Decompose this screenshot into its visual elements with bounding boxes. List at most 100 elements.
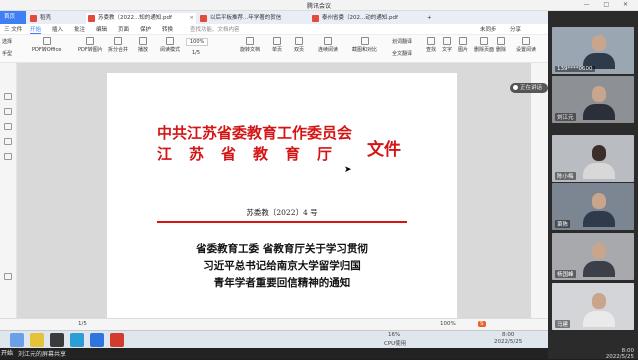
tab-daoke[interactable]: 稻壳 [28, 13, 80, 24]
wps-icon[interactable] [110, 333, 124, 347]
play-button[interactable]: 播放 [138, 37, 148, 53]
org-name-line1: 中共江苏省委教育工作委员会 [157, 124, 353, 142]
continuous-read-button[interactable]: 连续阅读 [318, 37, 338, 53]
pdf-to-office-button[interactable]: PDF转Office [32, 37, 61, 53]
app-icon[interactable] [90, 333, 104, 347]
screenshot-button[interactable]: 截图和对比 [352, 37, 377, 53]
find-button[interactable]: 查找 [426, 37, 436, 53]
button-label: 单页 [272, 47, 283, 53]
menu-page[interactable]: 页面 [118, 25, 129, 33]
app-icon[interactable] [70, 333, 84, 347]
share-bar: 刘江元的屏幕共享 [0, 348, 548, 359]
double-page-button[interactable]: 双页 [294, 37, 304, 53]
thumbnail-icon[interactable] [4, 108, 12, 115]
attachment-icon[interactable] [4, 138, 12, 145]
bookmark-icon[interactable] [4, 93, 12, 100]
search-input[interactable]: 查找功能、文档内容 [190, 25, 240, 33]
pdf-page: 中共江苏省委教育工作委员会 江苏省教育厅 文件 ➤ 苏委教〔2022〕4 号 省… [107, 73, 457, 318]
tab-home[interactable]: 首页 [0, 11, 26, 24]
participant-video[interactable]: 萧陈 [552, 183, 634, 230]
menu-start[interactable]: 开始 [30, 25, 42, 34]
single-page-icon [273, 37, 281, 45]
cpu-percent: 16% [388, 332, 401, 338]
tab-current-pdf[interactable]: 苏委教〔2022...知的通知.pdf × [86, 13, 196, 24]
task-date: 2022/5/25 [494, 339, 523, 345]
speaking-label: 正在讲话 [520, 85, 543, 91]
menu-edit[interactable]: 编辑 [96, 25, 107, 33]
participant-video[interactable]: 杨国峰 [552, 233, 634, 280]
app-icon[interactable] [50, 333, 64, 347]
share-button[interactable]: 分享 [510, 25, 521, 33]
menu-comment[interactable]: 批注 [74, 25, 85, 33]
ime-badge[interactable]: S [478, 321, 486, 327]
participant-video[interactable]: 刘江元 [552, 76, 634, 123]
word-translate-button[interactable]: 划词翻译 [392, 38, 412, 45]
tab-label: 泰州省委〔202...动的通知.pdf [322, 15, 398, 21]
new-tab-button[interactable]: + [424, 13, 436, 24]
participant-video[interactable]: 马建 [552, 283, 634, 330]
pdf-to-image-button[interactable]: PDF转图片 [78, 37, 103, 53]
cpu-text: CPU使用 [384, 341, 407, 347]
app-icon[interactable] [30, 333, 44, 347]
tab-second[interactable]: 以后平板推荐...年学著的贺信 [198, 13, 308, 24]
sync-status[interactable]: 未同步 [480, 25, 497, 33]
search-icon [427, 37, 435, 45]
read-mode-button[interactable]: 阅读模式 [160, 37, 180, 53]
button-label: 连续阅读 [318, 47, 339, 53]
doc-title-line1: 省委教育工委 省教育厅关于学习贯彻 [196, 243, 368, 255]
search-icon[interactable] [4, 153, 12, 160]
status-zoom[interactable]: 100% [440, 321, 456, 327]
window-title: 腾讯会议 [306, 3, 331, 10]
button-label: 图片 [458, 47, 469, 53]
start-button[interactable]: 开始 [0, 348, 60, 359]
participant-name: 陈小梅 [555, 172, 576, 180]
image-icon [459, 37, 467, 45]
menu-insert[interactable]: 插入 [52, 25, 63, 33]
menu-protect[interactable]: 保护 [140, 25, 151, 33]
doc-number: 苏委教〔2022〕4 号 [246, 208, 318, 217]
menu-convert[interactable]: 转换 [162, 25, 173, 33]
doc-type-label: 文件 [367, 140, 401, 160]
window-controls[interactable]: — □ ✕ [583, 1, 634, 8]
start-label: 开始 [1, 350, 14, 357]
page-indicator[interactable]: 1/5 [192, 50, 200, 56]
delete-button[interactable]: 删除 [496, 37, 506, 53]
task-time: 8:00 [502, 332, 515, 338]
participant-video[interactable]: 139****0600 [552, 27, 634, 74]
document-viewport[interactable]: 中共江苏省委教育工作委员会 江苏省教育厅 文件 ➤ 苏委教〔2022〕4 号 省… [17, 63, 531, 318]
menu-bar: 三 文件 开始 插入 批注 编辑 页面 保护 转换 查找功能、文档内容 未同步 … [0, 24, 548, 35]
close-icon[interactable]: × [189, 13, 194, 24]
delete-page-icon [480, 37, 488, 45]
image-button[interactable]: 图片 [458, 37, 468, 53]
tab-third[interactable]: 泰州省委〔202...动的通知.pdf [310, 13, 420, 24]
delete-page-button[interactable]: 删除页面 [474, 37, 494, 53]
menu-file[interactable]: 三 文件 [4, 25, 22, 33]
settings-icon [522, 37, 530, 45]
speaking-indicator: 正在讲话 [510, 83, 548, 93]
participant-name: 刘江元 [555, 113, 576, 121]
participant-panel: 139****0600 刘江元 陈小梅 萧陈 杨国峰 马建 [548, 11, 638, 359]
vertical-scrollbar[interactable] [531, 63, 548, 318]
single-page-button[interactable]: 单页 [272, 37, 282, 53]
zoom-field[interactable]: 100% [186, 38, 209, 46]
split-icon [114, 37, 122, 45]
tab-home-label: 首页 [4, 14, 16, 20]
status-page[interactable]: 1/5 [78, 321, 87, 327]
settings-icon[interactable] [4, 273, 12, 280]
button-label: PDF转图片 [78, 47, 103, 53]
rotate-button[interactable]: 旋转文档 [240, 37, 260, 53]
participant-video[interactable]: 陈小梅 [552, 135, 634, 182]
text-button[interactable]: 文字 [442, 37, 452, 53]
comment-icon[interactable] [4, 123, 12, 130]
left-sidebar [0, 63, 17, 318]
button-label: 设置阅读 [516, 47, 537, 53]
participant-name: 马建 [555, 320, 571, 328]
full-translate-button[interactable]: 全文翻译 [392, 50, 412, 57]
tab-label: 稻壳 [40, 15, 52, 21]
read-settings-button[interactable]: 设置阅读 [516, 37, 536, 53]
split-merge-button[interactable]: 拆分合并 [108, 37, 128, 53]
select-tool[interactable]: 选择 [2, 38, 12, 45]
hand-tool[interactable]: 手型 [2, 50, 12, 57]
system-clock: 8:00 2022/5/25 [606, 348, 634, 360]
app-icon[interactable] [10, 333, 24, 347]
